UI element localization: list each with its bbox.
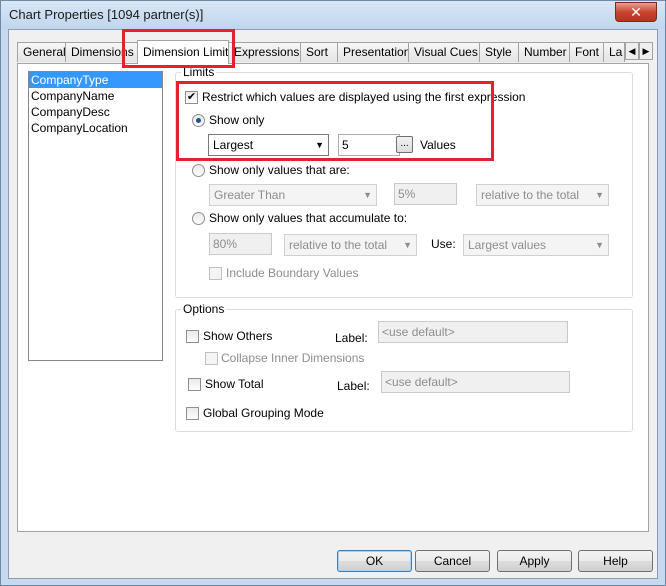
options-legend: Options [181,302,227,316]
chevron-down-icon: ▼ [315,140,324,150]
values-are-relative-value: relative to the total [481,188,580,202]
values-are-combo[interactable]: Greater Than ▼ [209,184,377,206]
show-only-combo-value: Largest [213,138,254,152]
use-label: Use: [431,237,456,251]
list-item[interactable]: CompanyLocation [29,120,162,136]
tab-style[interactable]: Style [479,42,519,62]
restrict-label: Restrict which values are displayed usin… [202,90,526,104]
accumulate-relative-value: relative to the total [289,238,388,252]
title-bar[interactable]: Chart Properties [1094 partner(s)] ✕ [1,1,665,29]
accumulate-percent-input[interactable]: 80% [209,233,272,255]
dialog-client-area: General Dimensions Dimension Limits Expr… [8,29,658,579]
show-only-count-input[interactable]: 5 [338,134,400,156]
tab-scroll-left-icon[interactable]: ◀ [625,42,639,60]
values-are-percent-input[interactable]: 5% [394,183,457,205]
tab-general[interactable]: General [17,42,66,62]
tab-scroll-right-icon[interactable]: ▶ [639,42,653,60]
chevron-down-icon: ▼ [363,190,372,200]
limits-legend: Limits [181,65,217,79]
accumulate-radio[interactable] [192,212,205,225]
show-only-combo[interactable]: Largest ▼ [208,134,329,156]
show-total-label: Show Total [205,377,264,391]
values-are-combo-value: Greater Than [214,188,286,202]
tab-number[interactable]: Number [518,42,570,62]
tab-presentation[interactable]: Presentation [337,42,409,62]
show-only-label: Show only [209,113,265,127]
tab-font[interactable]: Font [569,42,604,62]
use-combo-value: Largest values [468,238,547,252]
list-item[interactable]: CompanyDesc [29,104,162,120]
chevron-down-icon: ▼ [595,240,604,250]
tab-layout[interactable]: La [603,42,625,62]
dimension-list[interactable]: CompanyType CompanyName CompanyDesc Comp… [28,71,163,361]
show-others-label: Show Others [203,329,273,343]
chart-properties-window: Chart Properties [1094 partner(s)] ✕ Gen… [0,0,666,586]
help-button[interactable]: Help [578,550,653,572]
restrict-checkbox[interactable]: ✔ [185,91,198,104]
show-total-checkbox[interactable] [188,378,201,391]
show-others-label-caption: Label: [335,331,368,345]
options-group: Options Show Others Label: <use default>… [175,302,633,432]
list-item[interactable]: CompanyName [29,88,162,104]
accumulate-label: Show only values that accumulate to: [209,211,408,225]
tab-expressions[interactable]: Expressions [228,42,301,62]
chevron-down-icon: ▼ [403,240,412,250]
collapse-inner-checkbox[interactable] [205,352,218,365]
values-are-relative-combo[interactable]: relative to the total ▼ [476,184,609,206]
tab-sort[interactable]: Sort [300,42,338,62]
include-boundary-checkbox[interactable] [209,267,222,280]
collapse-inner-label: Collapse Inner Dimensions [221,351,365,365]
tab-dimension-limits[interactable]: Dimension Limits [137,40,229,64]
apply-button[interactable]: Apply [497,550,572,572]
values-are-label: Show only values that are: [209,163,350,177]
accumulate-relative-combo[interactable]: relative to the total ▼ [284,234,417,256]
limits-group: Limits ✔ Restrict which values are displ… [175,65,633,298]
show-others-checkbox[interactable] [186,330,199,343]
dimension-limits-page: CompanyType CompanyName CompanyDesc Comp… [17,63,649,532]
global-grouping-checkbox[interactable] [186,407,199,420]
show-total-label-caption: Label: [337,379,370,393]
close-button[interactable]: ✕ [615,2,657,22]
window-title: Chart Properties [1094 partner(s)] [9,7,204,22]
values-label: Values [420,138,456,152]
chevron-down-icon: ▼ [595,190,604,200]
tab-strip: General Dimensions Dimension Limits Expr… [17,40,653,64]
show-only-radio[interactable] [192,114,205,127]
cancel-button[interactable]: Cancel [415,550,490,572]
ok-button[interactable]: OK [337,550,412,572]
show-total-label-input[interactable]: <use default> [381,371,570,393]
list-item[interactable]: CompanyType [29,72,162,88]
browse-button[interactable]: ... [396,136,413,153]
show-others-label-input[interactable]: <use default> [378,321,568,343]
tab-dimensions[interactable]: Dimensions [65,42,139,62]
use-combo[interactable]: Largest values ▼ [463,234,609,256]
global-grouping-label: Global Grouping Mode [203,406,324,420]
include-boundary-label: Include Boundary Values [226,266,359,280]
tab-visual-cues[interactable]: Visual Cues [408,42,480,62]
values-are-radio[interactable] [192,164,205,177]
